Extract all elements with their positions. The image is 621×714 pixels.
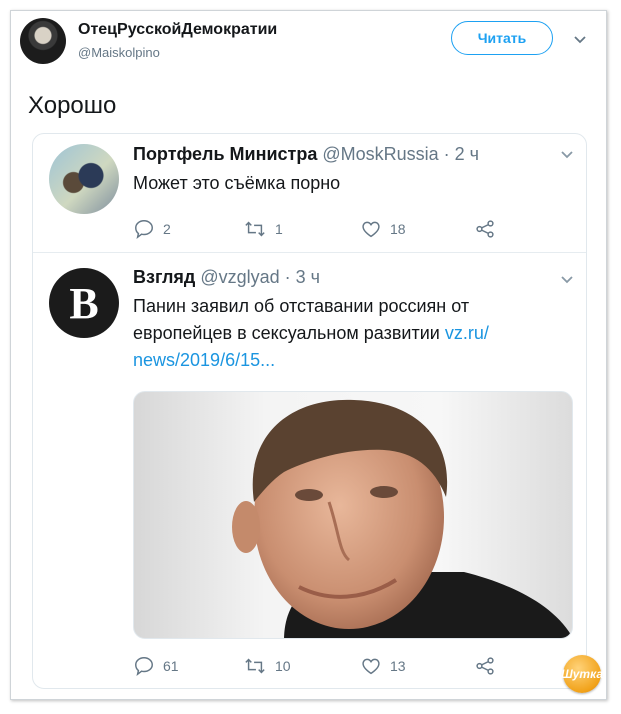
vzglyad-logo-icon: B xyxy=(69,278,99,328)
share-action[interactable] xyxy=(474,218,496,240)
heart-icon xyxy=(362,221,380,238)
quoted-tweet[interactable]: B Взгляд @vzglyad · 3 ч Панин заявил об … xyxy=(33,253,586,687)
chevron-down-icon[interactable] xyxy=(560,275,574,285)
like-action[interactable]: 18 xyxy=(360,218,406,240)
quoted-tweet-avatar[interactable] xyxy=(49,144,119,214)
tweet-media-photo[interactable] xyxy=(133,391,573,639)
retweet-icon xyxy=(245,658,265,674)
quoted-tweet-body: Панин заявил об отставании россиян от ев… xyxy=(133,296,470,343)
quoted-tweet-header: Взгляд @vzglyad · 3 ч xyxy=(133,267,320,288)
quoted-tweet-avatar[interactable]: B xyxy=(49,268,119,338)
quoted-tweet[interactable]: Портфель Министра @MoskRussia · 2 ч Може… xyxy=(33,134,586,253)
retweet-action[interactable]: 1 xyxy=(243,218,283,240)
reply-action[interactable]: 2 xyxy=(133,218,171,240)
follow-button[interactable]: Читать xyxy=(451,21,553,55)
author-handle[interactable]: @Maiskolpino xyxy=(78,45,160,60)
quoted-tweet-meta: @MoskRussia · 2 ч xyxy=(322,144,480,164)
quoted-tweet-actions: 2 1 18 xyxy=(133,218,553,242)
quoted-thread[interactable]: Портфель Министра @MoskRussia · 2 ч Може… xyxy=(32,133,587,689)
quoted-tweet-header: Портфель Министра @MoskRussia · 2 ч xyxy=(133,144,479,165)
share-icon xyxy=(476,657,494,675)
retweet-action[interactable]: 10 xyxy=(243,655,291,677)
author-avatar[interactable] xyxy=(20,18,66,64)
like-action[interactable]: 13 xyxy=(360,655,406,677)
share-action[interactable] xyxy=(474,655,496,677)
chevron-down-icon[interactable] xyxy=(573,35,587,45)
like-count: 18 xyxy=(390,221,406,237)
retweet-icon xyxy=(245,221,265,237)
tweet-header: ОтецРусскойДемократии @Maiskolpino Читат… xyxy=(18,18,588,68)
quoted-tweet-actions: 61 10 13 xyxy=(133,655,553,679)
watermark-logo-icon: Шутка xyxy=(561,655,603,693)
quoted-tweet-meta: @vzglyad · 3 ч xyxy=(200,267,321,287)
heart-icon xyxy=(362,658,380,675)
reply-count: 2 xyxy=(163,221,171,237)
reply-icon xyxy=(135,220,153,240)
quoted-tweet-name[interactable]: Взгляд xyxy=(133,267,195,287)
retweet-count: 1 xyxy=(275,221,283,237)
retweet-count: 10 xyxy=(275,658,291,674)
reply-icon xyxy=(135,657,153,677)
tweet-text: Хорошо xyxy=(28,92,117,119)
share-icon xyxy=(476,220,494,238)
quoted-tweet-text: Может это съёмка порно xyxy=(133,173,341,193)
reply-count: 61 xyxy=(163,658,179,674)
quoted-tweet-name[interactable]: Портфель Министра xyxy=(133,144,317,164)
chevron-down-icon[interactable] xyxy=(560,150,574,160)
portrait-photo xyxy=(232,399,572,638)
author-display-name[interactable]: ОтецРусскойДемократии xyxy=(78,21,277,39)
like-count: 13 xyxy=(390,658,406,674)
quoted-tweet-text: Панин заявил об отставании россиян от ев… xyxy=(133,293,563,374)
reply-action[interactable]: 61 xyxy=(133,655,179,677)
